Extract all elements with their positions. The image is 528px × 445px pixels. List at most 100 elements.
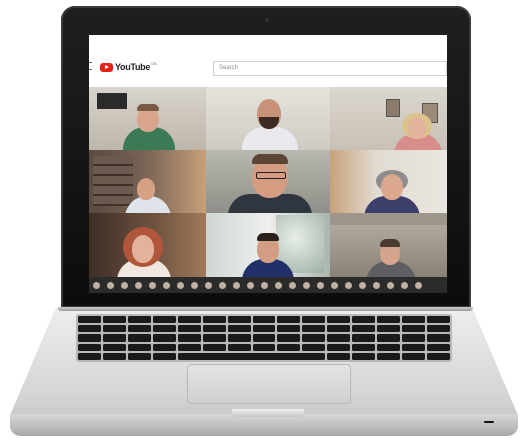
key xyxy=(78,325,101,333)
thumbnail[interactable] xyxy=(303,281,310,289)
key xyxy=(402,343,426,351)
key xyxy=(377,316,401,324)
keyboard xyxy=(76,314,452,362)
key xyxy=(127,316,151,324)
participant-tile xyxy=(206,87,330,150)
key xyxy=(327,334,351,342)
key xyxy=(102,343,126,351)
thumbnail[interactable] xyxy=(401,281,408,289)
thumbnail[interactable] xyxy=(163,281,170,289)
menu-icon[interactable] xyxy=(89,62,92,70)
key xyxy=(78,316,101,324)
key xyxy=(252,343,276,351)
lid-opening-notch xyxy=(232,409,304,417)
key xyxy=(78,352,101,360)
thumbnail[interactable] xyxy=(135,281,142,289)
key xyxy=(402,352,426,360)
trackpad[interactable] xyxy=(187,364,351,404)
key xyxy=(377,334,401,342)
laptop-lid: YouTube GB Search xyxy=(61,6,471,308)
key xyxy=(152,316,176,324)
thumbnail[interactable] xyxy=(191,281,198,289)
sleep-indicator-light xyxy=(484,421,494,423)
wall-tv xyxy=(97,93,127,109)
key xyxy=(327,343,351,351)
key xyxy=(402,325,426,333)
thumbnail[interactable] xyxy=(387,281,394,289)
key xyxy=(277,343,301,351)
thumbnail[interactable] xyxy=(121,281,128,289)
thumbnail[interactable] xyxy=(415,281,422,289)
key xyxy=(78,334,101,342)
thumbnail[interactable] xyxy=(261,281,268,289)
participant-tile xyxy=(206,150,330,213)
participant-hair xyxy=(257,233,279,241)
key xyxy=(78,343,101,351)
youtube-logo[interactable]: YouTube GB xyxy=(100,60,157,72)
key xyxy=(102,334,126,342)
participant-glasses xyxy=(256,172,286,179)
key xyxy=(427,316,450,324)
thumbnail[interactable] xyxy=(247,281,254,289)
key xyxy=(152,334,176,342)
key xyxy=(102,325,126,333)
participant-body xyxy=(242,127,298,150)
key xyxy=(177,316,201,324)
thumbnail[interactable] xyxy=(345,281,352,289)
key xyxy=(327,325,351,333)
key xyxy=(302,325,326,333)
key xyxy=(427,352,450,360)
key xyxy=(302,316,326,324)
thumbnail[interactable] xyxy=(359,281,366,289)
youtube-wordmark: YouTube xyxy=(115,62,151,72)
key xyxy=(377,343,401,351)
region-code: GB xyxy=(151,60,157,66)
key xyxy=(102,352,126,360)
key xyxy=(177,343,201,351)
participant-tile xyxy=(330,150,447,213)
participant-hair xyxy=(137,104,159,111)
key xyxy=(427,325,450,333)
thumbnail[interactable] xyxy=(317,281,324,289)
thumbnail[interactable] xyxy=(331,281,338,289)
participant-thumbnail-strip xyxy=(89,277,447,293)
key xyxy=(277,325,301,333)
room-ceiling xyxy=(330,213,447,225)
key xyxy=(427,343,450,351)
key xyxy=(352,334,376,342)
key xyxy=(202,325,226,333)
thumbnail[interactable] xyxy=(107,281,114,289)
key xyxy=(152,343,176,351)
key xyxy=(252,334,276,342)
participant-hair xyxy=(380,239,400,247)
thumbnail[interactable] xyxy=(93,281,100,289)
key xyxy=(402,334,426,342)
thumbnail[interactable] xyxy=(289,281,296,289)
thumbnail[interactable] xyxy=(373,281,380,289)
key xyxy=(377,325,401,333)
key xyxy=(177,334,201,342)
thumbnail[interactable] xyxy=(149,281,156,289)
participant-head xyxy=(408,117,426,139)
participant-tile xyxy=(330,87,447,150)
thumbnail[interactable] xyxy=(233,281,240,289)
key xyxy=(227,343,251,351)
key xyxy=(302,334,326,342)
key xyxy=(352,352,376,360)
thumbnail[interactable] xyxy=(177,281,184,289)
laptop-hinge xyxy=(58,307,473,311)
bookshelf xyxy=(93,156,133,206)
search-input[interactable]: Search xyxy=(213,61,447,76)
key xyxy=(252,325,276,333)
key xyxy=(427,334,450,342)
thumbnail[interactable] xyxy=(205,281,212,289)
youtube-header: YouTube GB Search xyxy=(89,35,447,87)
webcam-dot xyxy=(265,18,269,22)
thumbnail[interactable] xyxy=(275,281,282,289)
key xyxy=(327,352,351,360)
key xyxy=(202,316,226,324)
participant-head xyxy=(137,178,155,200)
wall-picture xyxy=(386,99,400,117)
space-bar xyxy=(177,352,326,360)
thumbnail[interactable] xyxy=(219,281,226,289)
